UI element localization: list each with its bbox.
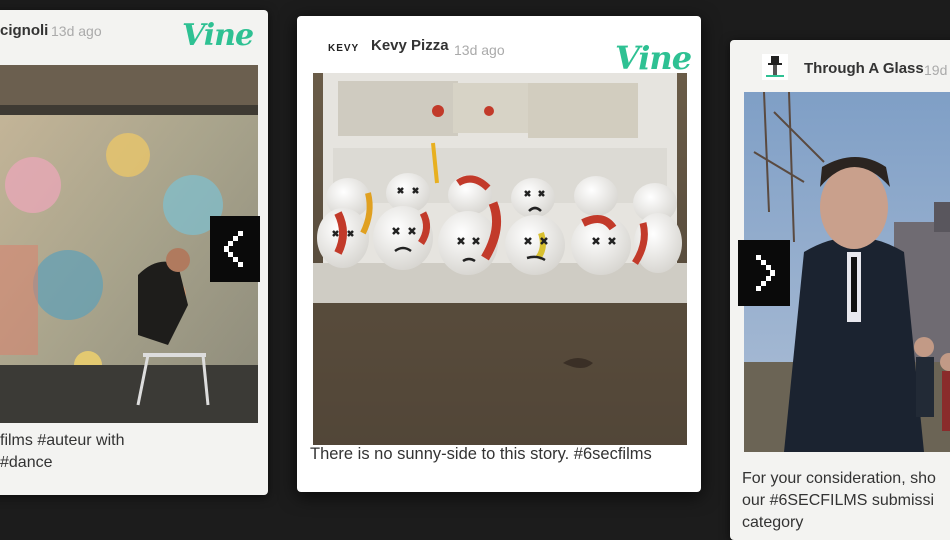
avatar-text: KEVY	[328, 43, 360, 54]
post-timestamp: 13d ago	[454, 42, 505, 58]
post-timestamp: 19d	[924, 62, 948, 78]
vine-logo[interactable]: Vine	[182, 18, 254, 53]
caption-line: films #auteur with	[0, 432, 125, 449]
post-caption: films #auteur with #dance	[0, 430, 125, 474]
card-header: KEVY Kevy Pizza 13d ago Vine	[297, 16, 701, 77]
author-name[interactable]: Kevy Pizza	[371, 37, 449, 54]
post-caption: For your consideration, sho our #6SECFIL…	[742, 468, 936, 534]
caption-line: our #6SECFILMS submissi	[742, 492, 935, 509]
post-caption: There is no sunny-side to this story. #6…	[310, 445, 652, 463]
avatar[interactable]	[762, 54, 788, 80]
video-thumbnail[interactable]	[313, 73, 687, 445]
author-name[interactable]: cignoli	[0, 22, 48, 39]
chevron-left-icon	[224, 231, 243, 267]
vine-logo[interactable]: Vine	[615, 39, 692, 77]
caption-line: category	[742, 514, 804, 531]
caption-line: For your consideration, sho	[742, 470, 936, 487]
chevron-right-icon	[756, 255, 775, 291]
caption-line: #dance	[0, 454, 53, 471]
next-button[interactable]	[738, 240, 790, 306]
card-header: cignoli 13d ago Vine	[0, 10, 268, 60]
post-timestamp: 13d ago	[51, 23, 102, 39]
vine-card-center[interactable]: KEVY Kevy Pizza 13d ago Vine There is no…	[297, 16, 701, 492]
previous-button[interactable]	[210, 216, 260, 282]
card-header: Through A Glass 19d	[730, 40, 950, 90]
author-name[interactable]: Through A Glass	[804, 60, 924, 77]
avatar[interactable]: KEVY	[328, 38, 362, 54]
